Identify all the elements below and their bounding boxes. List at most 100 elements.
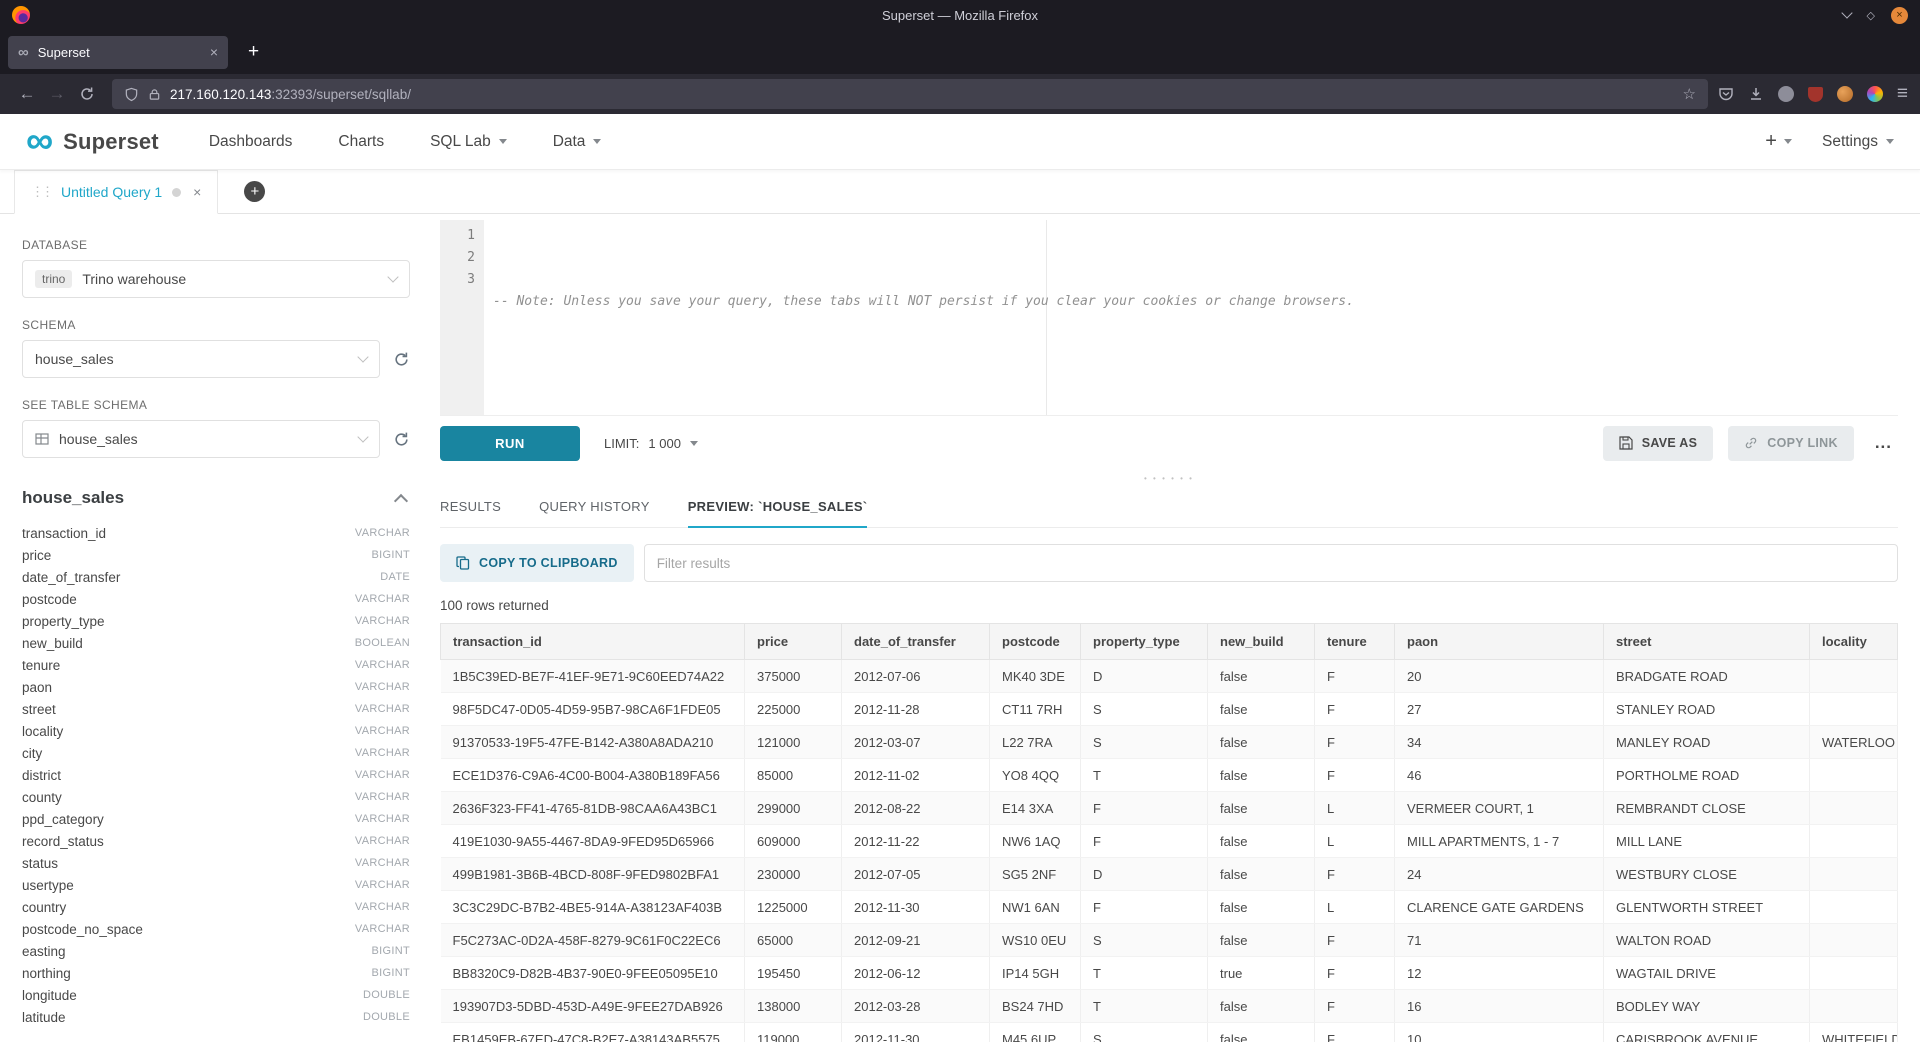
rows-returned-label: 100 rows returned	[440, 598, 1898, 613]
more-options-button[interactable]: ...	[1869, 433, 1898, 453]
table-schema-label: SEE TABLE SCHEMA	[22, 398, 410, 412]
column-name: longitude	[22, 988, 77, 1003]
column-header[interactable]: price	[745, 624, 842, 660]
table-cell: 2012-11-02	[842, 759, 990, 792]
column-header[interactable]: locality	[1810, 624, 1898, 660]
column-header[interactable]: tenure	[1315, 624, 1395, 660]
table-cell: 230000	[745, 858, 842, 891]
query-tab-label: Untitled Query 1	[61, 184, 162, 200]
schema-column-row: new_build BOOLEAN	[22, 632, 410, 654]
table-cell: false	[1208, 693, 1315, 726]
nav-data[interactable]: Data	[553, 133, 602, 151]
pocket-icon[interactable]	[1718, 86, 1734, 102]
chevron-down-icon	[357, 431, 368, 442]
downloads-icon[interactable]	[1748, 86, 1764, 102]
schema-column-row: easting BIGINT	[22, 940, 410, 962]
browser-tab-title: Superset	[38, 45, 90, 60]
table-cell: 2012-07-05	[842, 858, 990, 891]
table-cell: WESTBURY CLOSE	[1604, 858, 1810, 891]
column-name: country	[22, 900, 66, 915]
save-as-button[interactable]: SAVE AS	[1603, 426, 1714, 461]
column-header[interactable]: street	[1604, 624, 1810, 660]
table-schema-title[interactable]: house_sales	[22, 488, 124, 508]
new-query-tab-button[interactable]: +	[244, 181, 265, 202]
column-type: VARCHAR	[355, 791, 410, 803]
nav-charts[interactable]: Charts	[338, 133, 384, 151]
column-name: ppd_category	[22, 812, 104, 827]
column-type: VARCHAR	[355, 923, 410, 935]
copy-to-clipboard-button[interactable]: COPY TO CLIPBOARD	[440, 544, 634, 582]
column-header[interactable]: date_of_transfer	[842, 624, 990, 660]
settings-menu[interactable]: Settings	[1822, 133, 1894, 151]
limit-value: 1 000	[648, 436, 681, 451]
site-security-icon[interactable]	[148, 88, 161, 101]
table-cell: F	[1081, 792, 1208, 825]
forward-button[interactable]: →	[42, 84, 72, 104]
new-tab-button[interactable]: +	[238, 41, 269, 63]
window-close-icon[interactable]: ×	[1891, 7, 1908, 24]
run-button[interactable]: RUN	[440, 426, 580, 461]
url-field[interactable]: 217.160.120.143:32393/superset/sqllab/ ☆	[112, 79, 1708, 109]
table-select[interactable]: house_sales	[22, 420, 380, 458]
chevron-down-icon	[357, 351, 368, 362]
column-type: BOOLEAN	[355, 637, 410, 649]
extension-pinwheel-icon[interactable]	[1867, 86, 1883, 102]
tab-query-history[interactable]: QUERY HISTORY	[539, 486, 650, 528]
copy-link-button[interactable]: COPY LINK	[1728, 426, 1854, 461]
extension-icon[interactable]	[1778, 86, 1794, 102]
table-cell: S	[1081, 1023, 1208, 1042]
column-type: BIGINT	[372, 549, 410, 561]
table-cell: E14 3XA	[990, 792, 1081, 825]
tab-preview-house-sales[interactable]: PREVIEW: `HOUSE_SALES`	[688, 486, 868, 528]
chevron-down-icon	[1886, 139, 1894, 144]
column-header[interactable]: paon	[1395, 624, 1604, 660]
table-cell: false	[1208, 792, 1315, 825]
drag-handle-icon[interactable]: ⋮⋮	[31, 184, 51, 200]
table-cell: F	[1081, 825, 1208, 858]
query-tab-close-icon[interactable]: ×	[193, 184, 201, 200]
refresh-tables-icon[interactable]	[393, 431, 410, 448]
tab-status-dot-icon	[172, 188, 181, 197]
hamburger-menu-icon[interactable]: ≡	[1897, 83, 1908, 105]
collapse-chevron-up-icon[interactable]	[394, 493, 408, 507]
brand-name[interactable]: Superset	[63, 129, 159, 155]
table-cell: 195450	[745, 957, 842, 990]
add-new-button[interactable]: +	[1765, 130, 1792, 153]
editor-code-area[interactable]: -- Note: Unless you save your query, the…	[484, 220, 1898, 415]
database-select[interactable]: trino Trino warehouse	[22, 260, 410, 298]
bookmark-star-icon[interactable]: ☆	[1682, 85, 1695, 103]
refresh-schemas-icon[interactable]	[393, 351, 410, 368]
column-header[interactable]: postcode	[990, 624, 1081, 660]
schema-column-row: locality VARCHAR	[22, 720, 410, 742]
ublock-shield-icon[interactable]	[1808, 87, 1823, 102]
tab-results[interactable]: RESULTS	[440, 486, 501, 528]
sql-editor[interactable]: 123 -- Note: Unless you save your query,…	[440, 220, 1898, 416]
pane-splitter-handle[interactable]: • • • • • •	[440, 470, 1898, 486]
column-header[interactable]: new_build	[1208, 624, 1315, 660]
column-header[interactable]: property_type	[1081, 624, 1208, 660]
table-cell: T	[1081, 990, 1208, 1023]
back-button[interactable]: ←	[12, 84, 42, 104]
column-type: VARCHAR	[355, 681, 410, 693]
tracking-shield-icon[interactable]	[124, 87, 139, 102]
query-tabs-bar: ⋮⋮ Untitled Query 1 × +	[0, 170, 1920, 214]
table-cell: L22 7RA	[990, 726, 1081, 759]
window-maximize-icon[interactable]: ◇	[1867, 9, 1875, 22]
query-tab-untitled[interactable]: ⋮⋮ Untitled Query 1 ×	[14, 170, 218, 214]
profile-avatar-icon[interactable]	[1837, 86, 1853, 102]
column-name: paon	[22, 680, 52, 695]
column-header[interactable]: transaction_id	[441, 624, 745, 660]
window-minimize-icon[interactable]	[1841, 7, 1852, 18]
filter-results-input[interactable]	[644, 544, 1898, 582]
reload-button[interactable]	[72, 86, 102, 102]
tab-close-icon[interactable]: ×	[210, 44, 218, 60]
nav-dashboards[interactable]: Dashboards	[209, 133, 293, 151]
nav-sql-lab[interactable]: SQL Lab	[430, 133, 507, 151]
schema-label: SCHEMA	[22, 318, 410, 332]
table-row: 419E1030-9A55-4467-8DA9-9FED95D65966 609…	[441, 825, 1898, 858]
browser-tab-superset[interactable]: ∞ Superset ×	[8, 36, 228, 69]
limit-dropdown[interactable]: LIMIT: 1 000	[604, 436, 698, 451]
superset-logo-icon[interactable]: ∞	[26, 126, 53, 156]
schema-select[interactable]: house_sales	[22, 340, 380, 378]
table-cell	[1810, 792, 1898, 825]
